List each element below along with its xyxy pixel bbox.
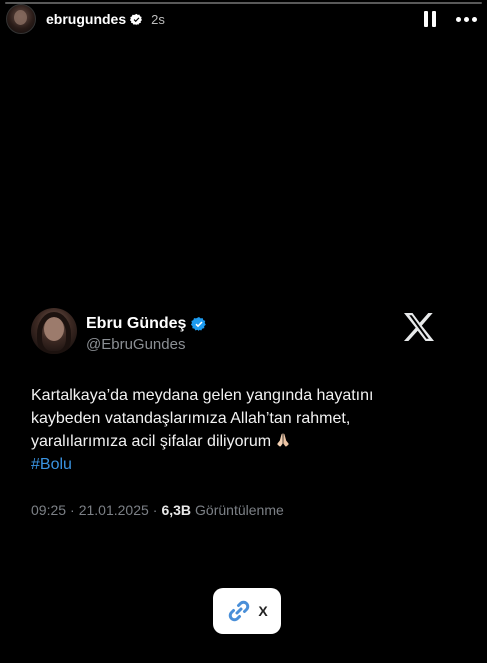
x-logo-icon [404, 313, 434, 341]
pause-icon[interactable] [424, 11, 438, 27]
link-sticker-label: X [258, 603, 268, 619]
story-time-ago: 2s [151, 11, 165, 27]
hashtag-link[interactable]: #Bolu [31, 453, 451, 476]
verified-icon [130, 13, 143, 25]
tweet-date[interactable]: 21.01.2025 [79, 502, 149, 518]
story-controls [424, 11, 477, 27]
tweet-time[interactable]: 09:25 [31, 502, 66, 518]
tweet-text: Kartalkaya’da meydana gelen yangında hay… [31, 384, 451, 476]
story-header: ebrugundes 2s [6, 4, 477, 34]
story-username[interactable]: ebrugundes [46, 11, 126, 27]
tweet-text-line: Kartalkaya’da meydana gelen yangında hay… [31, 387, 374, 404]
tweet-author: Ebru Gündeş @EbruGundes [86, 315, 207, 353]
tweet-text-line-3: yaralılarımıza acil şifalar diliyorum [31, 430, 451, 453]
link-sticker[interactable]: X [213, 588, 281, 634]
tweet-meta: 09:25 · 21.01.2025 · 6,3B Görüntülenme [31, 502, 466, 518]
meta-separator: · [70, 502, 75, 518]
view-count-label: Görüntülenme [195, 502, 284, 518]
display-name[interactable]: Ebru Gündeş [86, 315, 186, 333]
tweet-header: Ebru Gündeş @EbruGundes [31, 308, 466, 354]
tweet-card[interactable]: Ebru Gündeş @EbruGundes Kartalkaya’da me… [31, 308, 466, 518]
more-icon[interactable] [456, 16, 477, 22]
tweet-text-line: yaralılarımıza acil şifalar diliyorum [31, 433, 272, 450]
verified-icon [191, 317, 207, 331]
pray-emoji-icon [277, 433, 289, 447]
handle[interactable]: @EbruGundes [86, 336, 207, 353]
display-name-row: Ebru Gündeş [86, 315, 207, 333]
avatar[interactable] [6, 4, 36, 34]
view-count: 6,3B [161, 502, 192, 518]
meta-separator: · [152, 502, 158, 518]
tweet-avatar[interactable] [31, 308, 77, 354]
tweet-text-line: kaybeden vatandaşlarımıza Allah’tan rahm… [31, 410, 351, 427]
link-icon [229, 600, 250, 622]
